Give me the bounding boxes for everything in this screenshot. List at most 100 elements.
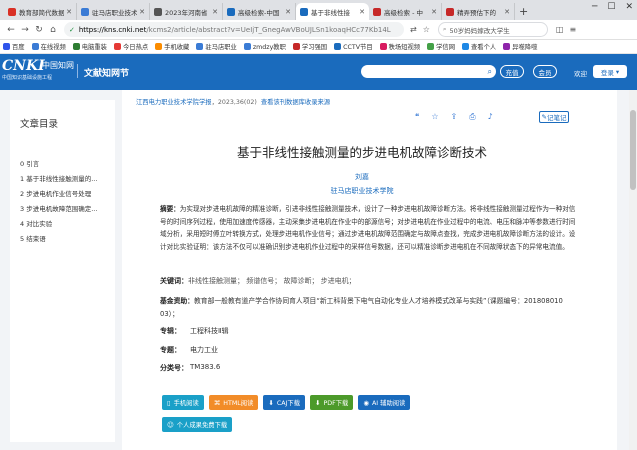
ai-icon: ◉ — [363, 398, 369, 407]
tab-close-icon[interactable]: ✕ — [359, 8, 365, 16]
maximize-icon[interactable]: ☐ — [607, 2, 615, 12]
bell-icon[interactable]: ♪ — [488, 112, 493, 122]
favorite-star-icon[interactable]: ☆ — [431, 112, 438, 122]
search-icon[interactable]: ⌕ — [488, 67, 492, 77]
bookmark-item[interactable]: 驻马店职业 — [196, 42, 237, 51]
bookmark-item[interactable]: 秩场短视频 — [379, 42, 420, 51]
bookmark-label: 手机收藏 — [164, 44, 190, 51]
take-note-button[interactable]: ✎ 记笔记 — [539, 111, 569, 123]
mobile-icon: ▯ — [167, 398, 171, 407]
browser-tab[interactable]: 2023年河南省 ✕ — [150, 3, 223, 20]
new-tab-button[interactable]: + — [519, 3, 528, 20]
print-icon[interactable]: ⎙ — [469, 112, 475, 122]
abstract-text: 为实现对步进电机故障的精准诊断，引进非线性接触测量技术，设计了一种步进电机故障诊… — [160, 205, 576, 251]
download-label: 个人成果免费下载 — [176, 422, 228, 429]
bookmark-item[interactable]: 电脑重装 — [72, 42, 107, 51]
toc-item[interactable]: 3 步进电机故障范围确定... — [20, 203, 112, 213]
tab-close-icon[interactable]: ✕ — [431, 8, 437, 16]
bookmark-item[interactable]: CCTV节目 — [334, 42, 373, 51]
menu-icon[interactable]: ≡ — [569, 25, 576, 34]
share-icon[interactable]: ⇪ — [450, 112, 457, 122]
tab-title: 2023年河南省 — [165, 8, 208, 17]
url-field[interactable]: ✓ https://kns.cnki.net/kcms2/article/abs… — [64, 22, 404, 37]
toc-item[interactable]: 2 步进电机作业信号处理 — [20, 188, 112, 198]
tab-close-icon[interactable]: ✕ — [139, 8, 145, 16]
header-search-input[interactable]: ⌕ — [361, 65, 496, 78]
keywords-value[interactable]: 非线性接触测量； 频谱信号； 故障诊断； 步进电机； — [188, 276, 356, 286]
tab-favicon-icon — [300, 7, 308, 16]
browser-tab[interactable]: 高级检索 - 中 ✕ — [369, 3, 442, 20]
browser-tab[interactable]: 教育部简代数据 ✕ — [4, 3, 77, 20]
bookmark-label: zmdzy教职 — [252, 44, 286, 51]
scrollbar-thumb[interactable] — [630, 110, 636, 190]
download-button[interactable]: ⬇ CAJ下载 — [263, 395, 305, 410]
cnki-logo[interactable]: CNKI 中国知识基础设施工程 中国知网 — [2, 58, 74, 81]
keywords-label: 关键词： — [160, 277, 188, 285]
page-scrollbar[interactable] — [629, 90, 637, 450]
extensions-icon[interactable]: ◫ — [556, 25, 564, 34]
bookmark-item[interactable]: 今日热点 — [113, 42, 148, 51]
source-db-link[interactable]: 查看该刊数据库收录来源 — [261, 99, 330, 106]
recharge-button[interactable]: 充值 — [500, 65, 524, 78]
browser-tab[interactable]: 驻马店职业技术 ✕ — [77, 3, 150, 20]
bookmark-item[interactable]: 手机收藏 — [155, 42, 189, 51]
abstract: 摘要：为实现对步进电机故障的精准诊断，引进非线性接触测量技术，设计了一种步进电机… — [160, 203, 580, 253]
subject-label: 专题： — [160, 346, 181, 354]
tab-favicon-icon — [227, 7, 235, 16]
member-button[interactable]: 会员 — [533, 65, 557, 78]
download-button[interactable]: ☺ 个人成果免费下载 — [162, 417, 233, 432]
download-label: HTML阅读 — [223, 400, 254, 407]
browser-tab-strip: 教育部简代数据 ✕ 驻马店职业技术 ✕ 2023年河南省 ✕ 高级检索-中国 ✕ 基于非线性接 ✕… — [0, 0, 637, 20]
close-window-icon[interactable]: ✕ — [625, 2, 633, 12]
toc-item[interactable]: 5 结束语 — [20, 233, 112, 243]
bookmarks-bar: 百度 在线视频 电脑重装 今日热点 手机收藏 驻马店职业 zmdzy教职 学习强国 CCTV节目… — [0, 40, 637, 54]
bookmark-item[interactable]: 在线视频 — [31, 42, 66, 51]
affiliation-link[interactable]: 驻马店职业技术学院 — [122, 186, 602, 196]
bookmark-item[interactable]: 查看个人 — [462, 42, 496, 51]
reload-icon[interactable]: ↻ — [32, 25, 46, 35]
minimize-icon[interactable]: ─ — [592, 2, 597, 12]
tab-close-icon[interactable]: ✕ — [504, 8, 510, 16]
bookmark-favicon-icon — [113, 43, 121, 50]
home-icon[interactable]: ⌂ — [46, 25, 60, 35]
bookmark-item[interactable]: zmdzy教职 — [243, 42, 286, 51]
download-button[interactable]: ▯ 手机阅读 — [162, 395, 204, 410]
caj-icon: ⬇ — [268, 398, 274, 407]
bookmark-item[interactable]: 百度 — [3, 42, 25, 51]
download-button[interactable]: ◉ AI 辅助阅读 — [358, 395, 411, 410]
bookmark-label: 查看个人 — [471, 44, 497, 51]
secure-shield-icon: ✓ — [69, 25, 75, 34]
browser-search-box[interactable]: ⌕ 50岁妈妈嫁改大学生 — [437, 22, 548, 37]
toc-item[interactable]: 1 基于非线性接触测量的... — [20, 173, 112, 183]
source-line: 江西电力职业技术学院学报，2023,36(02) 查看该刊数据库收录来源 — [136, 97, 330, 106]
toc-item[interactable]: 4 对比实验 — [20, 218, 112, 228]
bookmark-star-icon[interactable]: ☆ — [423, 25, 430, 34]
browser-tab[interactable]: 精弄预估下的 ✕ — [442, 3, 515, 20]
tab-close-icon[interactable]: ✕ — [285, 8, 291, 16]
tab-title: 驻马店职业技术 — [92, 8, 138, 17]
journal-link[interactable]: 江西电力职业技术学院学报 — [136, 99, 212, 106]
forward-icon[interactable]: → — [18, 25, 32, 35]
bookmark-favicon-icon — [3, 43, 10, 50]
bookmark-favicon-icon — [292, 43, 300, 50]
bookmark-item[interactable]: 学信网 — [427, 42, 455, 51]
translate-icon[interactable]: ⇄ — [410, 25, 417, 34]
tab-close-icon[interactable]: ✕ — [212, 8, 218, 16]
address-bar: ← → ↻ ⌂ ✓ https://kns.cnki.net/kcms2/art… — [0, 20, 637, 40]
author-link[interactable]: 刘嘉 — [122, 172, 602, 182]
browser-tab[interactable]: 基于非线性接 ✕ — [296, 3, 369, 20]
bookmark-item[interactable]: 学习强国 — [292, 42, 327, 51]
article-title: 基于非线性接触测量的步进电机故障诊断技术 — [236, 146, 487, 160]
back-icon[interactable]: ← — [4, 25, 18, 35]
bookmark-favicon-icon — [31, 43, 39, 50]
login-button[interactable]: 登录 ▾ — [593, 65, 627, 78]
quote-icon[interactable]: ❝ — [415, 112, 419, 122]
article-panel: 江西电力职业技术学院学报，2023,36(02) 查看该刊数据库收录来源 ❝ ☆… — [122, 90, 617, 450]
bookmark-item[interactable]: 异噬降噬 — [503, 42, 537, 51]
tab-close-icon[interactable]: ✕ — [66, 8, 72, 16]
download-button[interactable]: ⬇ PDF下载 — [310, 395, 354, 410]
download-button[interactable]: ⌘ HTML阅读 — [208, 395, 259, 410]
tab-title: 教育部简代数据 — [19, 8, 65, 17]
toc-item[interactable]: 0 引言 — [20, 158, 112, 168]
browser-tab[interactable]: 高级检索-中国 ✕ — [223, 3, 296, 20]
